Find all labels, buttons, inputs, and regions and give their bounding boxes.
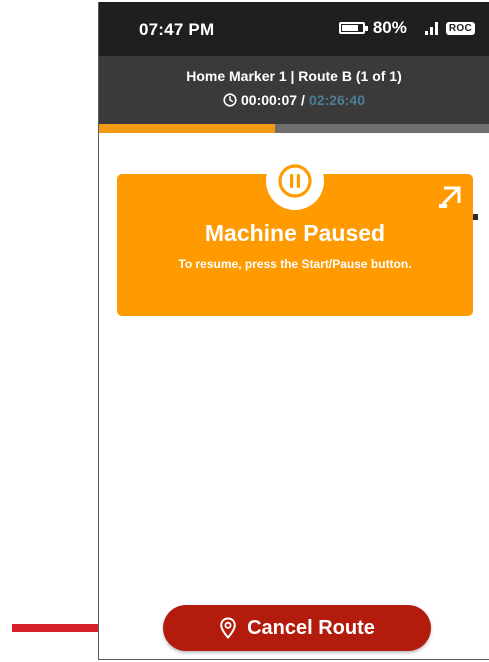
status-bar: 07:47 PM 80% ROC [99,2,489,56]
status-time: 07:47 PM [139,20,215,39]
pause-icon [278,164,312,198]
phone-screen: 07:47 PM 80% ROC Home Marker 1 | Route B… [98,2,489,660]
clock-icon [223,93,237,107]
route-progress-bar [99,124,489,133]
route-progress-fill [99,124,275,133]
machine-paused-card[interactable]: Machine Paused To resume, press the Star… [117,152,473,316]
signal-icon [424,21,438,35]
location-pin-icon [220,617,236,639]
screenshot-page: 07:47 PM 80% ROC Home Marker 1 | Route B… [0,0,489,662]
cancel-route-button[interactable]: Cancel Route [163,605,431,651]
route-header: Home Marker 1 | Route B (1 of 1) 00:00:0… [99,56,489,124]
battery-level-fill [341,25,358,31]
edge-marker [473,214,478,220]
battery-percent: 80% [372,18,407,37]
paused-message: To resume, press the Start/Pause button. [178,257,412,271]
route-timer: 00:00:07 / 02:26:40 [99,92,489,108]
route-title: Home Marker 1 | Route B (1 of 1) [186,68,402,84]
elapsed-time: 00:00:07 [241,92,298,108]
pause-badge [266,152,324,210]
expand-icon[interactable] [437,184,463,210]
carrier-badge: ROC [445,21,475,35]
time-separator: / [301,92,305,108]
cancel-route-label: Cancel Route [247,616,375,639]
total-time: 02:26:40 [308,92,365,108]
paused-title: Machine Paused [204,220,386,246]
status-indicators: 80% ROC [338,18,475,38]
battery-icon [338,22,368,34]
